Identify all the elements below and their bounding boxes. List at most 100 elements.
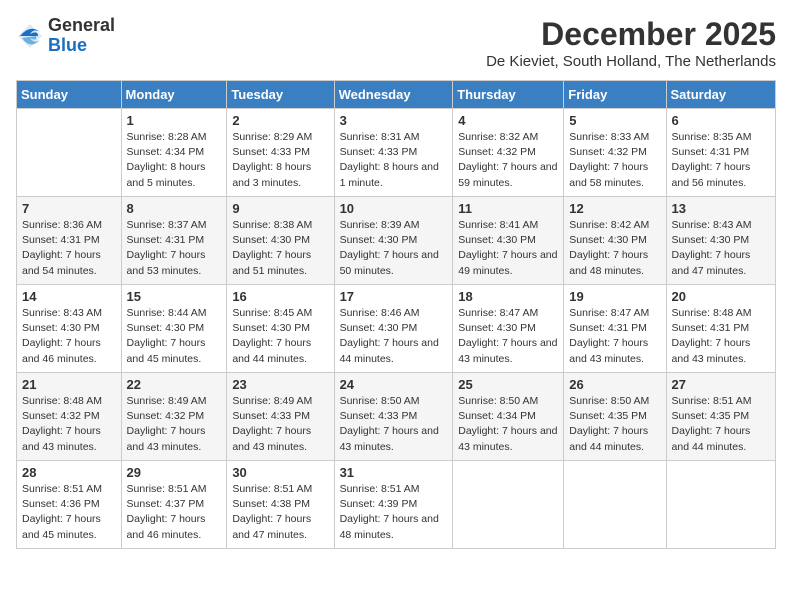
day-number: 14 [22,289,116,304]
calendar-cell: 31 Sunrise: 8:51 AMSunset: 4:39 PMDayligh… [334,461,453,549]
day-number: 22 [127,377,222,392]
calendar-cell: 18 Sunrise: 8:47 AMSunset: 4:30 PMDayligh… [453,285,564,373]
calendar-cell: 1 Sunrise: 8:28 AMSunset: 4:34 PMDaylight… [121,109,227,197]
page-header: General Blue December 2025 De Kieviet, S… [16,16,776,70]
day-number: 8 [127,201,222,216]
day-info: Sunrise: 8:50 AMSunset: 4:34 PMDaylight:… [458,394,558,455]
day-number: 13 [672,201,770,216]
day-number: 29 [127,465,222,480]
day-number: 9 [232,201,328,216]
day-number: 18 [458,289,558,304]
calendar-cell [453,461,564,549]
calendar-cell: 4 Sunrise: 8:32 AMSunset: 4:32 PMDaylight… [453,109,564,197]
calendar-week-3: 14Sunrise: 8:43 AMSunset: 4:30 PMDayligh… [17,285,776,373]
logo: General Blue [16,16,115,56]
day-info: Sunrise: 8:51 AMSunset: 4:39 PMDaylight:… [340,482,448,543]
calendar-cell: 2 Sunrise: 8:29 AMSunset: 4:33 PMDaylight… [227,109,334,197]
day-number: 28 [22,465,116,480]
calendar-table: SundayMondayTuesdayWednesdayThursdayFrid… [16,80,776,549]
calendar-week-1: 1 Sunrise: 8:28 AMSunset: 4:34 PMDaylight… [17,109,776,197]
day-number: 5 [569,113,660,128]
calendar-week-4: 21Sunrise: 8:48 AMSunset: 4:32 PMDayligh… [17,373,776,461]
day-info: Sunrise: 8:51 AMSunset: 4:36 PMDaylight:… [22,482,116,543]
calendar-cell: 15Sunrise: 8:44 AMSunset: 4:30 PMDayligh… [121,285,227,373]
calendar-cell: 11 Sunrise: 8:41 AMSunset: 4:30 PMDayligh… [453,197,564,285]
day-number: 25 [458,377,558,392]
calendar-cell: 17 Sunrise: 8:46 AMSunset: 4:30 PMDayligh… [334,285,453,373]
day-number: 3 [340,113,448,128]
day-number: 7 [22,201,116,216]
calendar-week-5: 28 Sunrise: 8:51 AMSunset: 4:36 PMDayligh… [17,461,776,549]
day-number: 16 [232,289,328,304]
calendar-cell: 9 Sunrise: 8:38 AMSunset: 4:30 PMDaylight… [227,197,334,285]
logo-blue: Blue [48,36,115,56]
day-info: Sunrise: 8:51 AMSunset: 4:38 PMDaylight:… [232,482,328,543]
calendar-cell: 6Sunrise: 8:35 AMSunset: 4:31 PMDaylight… [666,109,775,197]
day-info: Sunrise: 8:33 AMSunset: 4:32 PMDaylight:… [569,130,660,191]
day-info: Sunrise: 8:48 AMSunset: 4:31 PMDaylight:… [672,306,770,367]
day-number: 17 [340,289,448,304]
calendar-cell: 8Sunrise: 8:37 AMSunset: 4:31 PMDaylight… [121,197,227,285]
day-number: 19 [569,289,660,304]
day-info: Sunrise: 8:42 AMSunset: 4:30 PMDaylight:… [569,218,660,279]
calendar-cell: 10 Sunrise: 8:39 AMSunset: 4:30 PMDayligh… [334,197,453,285]
day-number: 2 [232,113,328,128]
day-info: Sunrise: 8:41 AMSunset: 4:30 PMDaylight:… [458,218,558,279]
logo-text: General Blue [48,16,115,56]
calendar-cell: 16 Sunrise: 8:45 AMSunset: 4:30 PMDayligh… [227,285,334,373]
day-info: Sunrise: 8:38 AMSunset: 4:30 PMDaylight:… [232,218,328,279]
calendar-cell: 20 Sunrise: 8:48 AMSunset: 4:31 PMDayligh… [666,285,775,373]
day-info: Sunrise: 8:43 AMSunset: 4:30 PMDaylight:… [672,218,770,279]
day-info: Sunrise: 8:47 AMSunset: 4:31 PMDaylight:… [569,306,660,367]
day-number: 11 [458,201,558,216]
day-info: Sunrise: 8:45 AMSunset: 4:30 PMDaylight:… [232,306,328,367]
day-info: Sunrise: 8:29 AMSunset: 4:33 PMDaylight:… [232,130,328,191]
col-header-tuesday: Tuesday [227,81,334,109]
day-info: Sunrise: 8:46 AMSunset: 4:30 PMDaylight:… [340,306,448,367]
calendar-cell: 29 Sunrise: 8:51 AMSunset: 4:37 PMDayligh… [121,461,227,549]
day-number: 10 [340,201,448,216]
day-info: Sunrise: 8:36 AMSunset: 4:31 PMDaylight:… [22,218,116,279]
logo-general: General [48,16,115,36]
day-info: Sunrise: 8:49 AMSunset: 4:33 PMDaylight:… [232,394,328,455]
col-header-thursday: Thursday [453,81,564,109]
day-info: Sunrise: 8:39 AMSunset: 4:30 PMDaylight:… [340,218,448,279]
calendar-cell: 28 Sunrise: 8:51 AMSunset: 4:36 PMDayligh… [17,461,122,549]
col-header-sunday: Sunday [17,81,122,109]
day-number: 20 [672,289,770,304]
calendar-cell [564,461,666,549]
day-info: Sunrise: 8:31 AMSunset: 4:33 PMDaylight:… [340,130,448,191]
calendar-cell: 12 Sunrise: 8:42 AMSunset: 4:30 PMDayligh… [564,197,666,285]
calendar-cell: 7 Sunrise: 8:36 AMSunset: 4:31 PMDaylight… [17,197,122,285]
day-number: 31 [340,465,448,480]
calendar-cell: 26 Sunrise: 8:50 AMSunset: 4:35 PMDayligh… [564,373,666,461]
calendar-cell: 24 Sunrise: 8:50 AMSunset: 4:33 PMDayligh… [334,373,453,461]
calendar-cell: 27Sunrise: 8:51 AMSunset: 4:35 PMDayligh… [666,373,775,461]
day-number: 15 [127,289,222,304]
col-header-friday: Friday [564,81,666,109]
calendar-cell [666,461,775,549]
day-info: Sunrise: 8:47 AMSunset: 4:30 PMDaylight:… [458,306,558,367]
calendar-cell: 23Sunrise: 8:49 AMSunset: 4:33 PMDayligh… [227,373,334,461]
calendar-cell: 22 Sunrise: 8:49 AMSunset: 4:32 PMDayligh… [121,373,227,461]
day-number: 4 [458,113,558,128]
day-info: Sunrise: 8:48 AMSunset: 4:32 PMDaylight:… [22,394,116,455]
day-number: 1 [127,113,222,128]
day-info: Sunrise: 8:51 AMSunset: 4:37 PMDaylight:… [127,482,222,543]
calendar-cell: 19 Sunrise: 8:47 AMSunset: 4:31 PMDayligh… [564,285,666,373]
day-info: Sunrise: 8:28 AMSunset: 4:34 PMDaylight:… [127,130,222,191]
title-block: December 2025 De Kieviet, South Holland,… [486,16,776,70]
day-number: 6 [672,113,770,128]
day-info: Sunrise: 8:50 AMSunset: 4:33 PMDaylight:… [340,394,448,455]
day-number: 26 [569,377,660,392]
calendar-cell [17,109,122,197]
day-info: Sunrise: 8:49 AMSunset: 4:32 PMDaylight:… [127,394,222,455]
col-header-saturday: Saturday [666,81,775,109]
col-header-wednesday: Wednesday [334,81,453,109]
day-info: Sunrise: 8:32 AMSunset: 4:32 PMDaylight:… [458,130,558,191]
day-number: 30 [232,465,328,480]
day-number: 12 [569,201,660,216]
day-info: Sunrise: 8:50 AMSunset: 4:35 PMDaylight:… [569,394,660,455]
day-number: 24 [340,377,448,392]
col-header-monday: Monday [121,81,227,109]
